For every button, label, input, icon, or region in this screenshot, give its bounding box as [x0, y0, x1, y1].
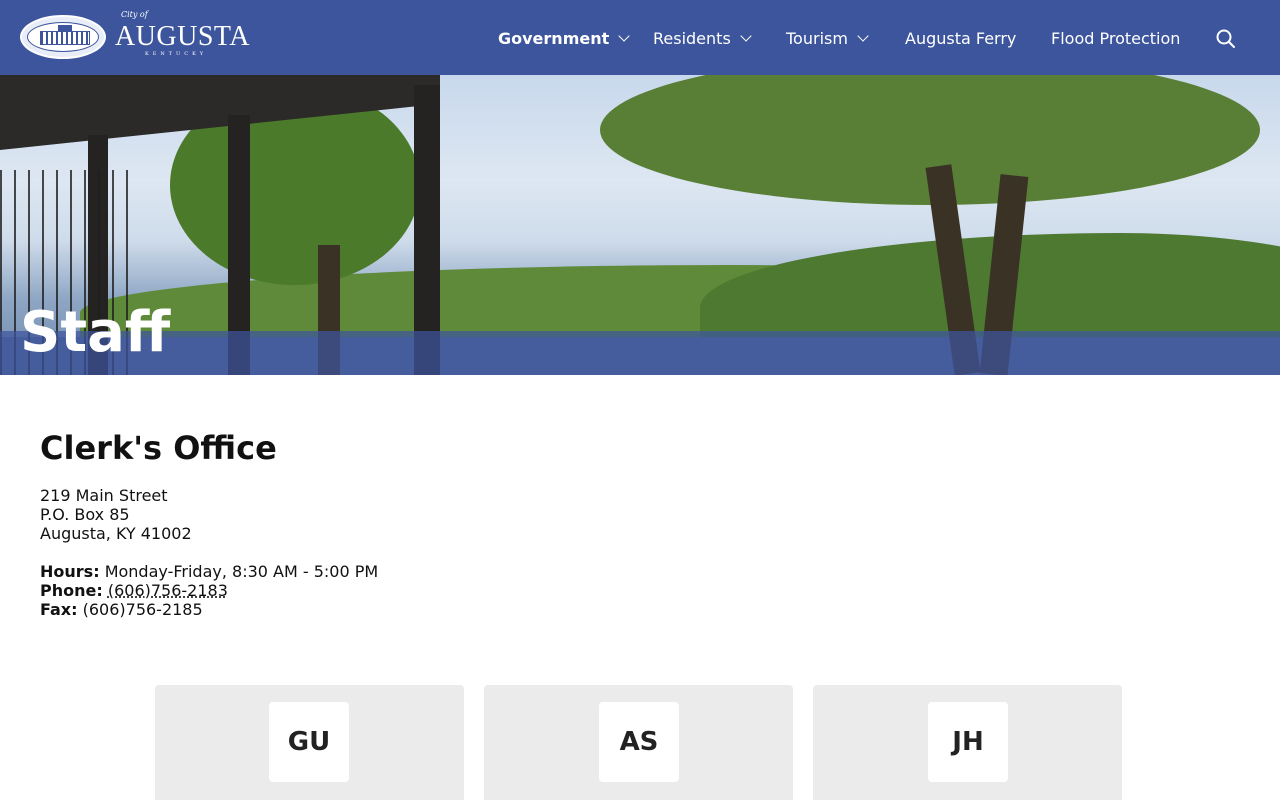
nav-tourism-label: Tourism	[786, 28, 848, 48]
chevron-down-icon	[618, 29, 630, 42]
phone-row: Phone: (606)756-2183	[40, 581, 1240, 600]
office-contact: Hours: Monday-Friday, 8:30 AM - 5:00 PM …	[40, 562, 1240, 619]
address-line: 219 Main Street	[40, 486, 168, 505]
avatar: AS	[599, 702, 679, 782]
hours-row: Hours: Monday-Friday, 8:30 AM - 5:00 PM	[40, 562, 1240, 581]
site-logo[interactable]: City of AUGUSTA KENTUCKY	[20, 10, 250, 60]
staff-card[interactable]: GU	[155, 685, 464, 800]
avatar: JH	[928, 702, 1008, 782]
city-seal-icon	[20, 15, 106, 59]
hours-label: Hours:	[40, 562, 100, 581]
chevron-down-icon	[740, 29, 752, 42]
staff-card[interactable]: JH	[813, 685, 1122, 800]
nav-flood-protection-label: Flood Protection	[1051, 28, 1181, 48]
staff-card[interactable]: AS	[484, 685, 793, 800]
hero-title-band	[0, 331, 1280, 375]
chevron-down-icon	[857, 29, 869, 42]
office-info: Clerk's Office 219 Main Street P.O. Box …	[40, 428, 1240, 619]
nav-government[interactable]: Government	[498, 27, 630, 49]
search-icon	[1216, 29, 1235, 48]
address-line: P.O. Box 85	[40, 505, 130, 524]
site-header: City of AUGUSTA KENTUCKY Government Resi…	[0, 0, 1280, 75]
fax-row: Fax: (606)756-2185	[40, 600, 1240, 619]
nav-residents-label: Residents	[653, 28, 731, 48]
phone-link[interactable]: (606)756-2183	[108, 581, 228, 600]
logo-city-name: AUGUSTA	[114, 21, 250, 52]
logo-state: KENTUCKY	[144, 51, 207, 57]
nav-tourism[interactable]: Tourism	[786, 27, 869, 49]
office-title: Clerk's Office	[40, 429, 277, 467]
page-title: Staff	[20, 300, 171, 365]
hero-banner: Staff	[0, 75, 1280, 375]
office-address: 219 Main Street P.O. Box 85 Augusta, KY …	[40, 486, 1240, 543]
avatar: GU	[269, 702, 349, 782]
nav-augusta-ferry-label: Augusta Ferry	[905, 28, 1017, 48]
address-line: Augusta, KY 41002	[40, 524, 192, 543]
nav-flood-protection[interactable]: Flood Protection	[1051, 27, 1180, 49]
nav-augusta-ferry[interactable]: Augusta Ferry	[905, 27, 1016, 49]
nav-residents[interactable]: Residents	[653, 27, 752, 49]
search-button[interactable]	[1214, 27, 1238, 51]
nav-government-label: Government	[498, 28, 610, 48]
hours-value: Monday-Friday, 8:30 AM - 5:00 PM	[104, 562, 379, 581]
logo-wordmark: City of AUGUSTA KENTUCKY	[114, 10, 250, 57]
fax-label: Fax:	[40, 600, 78, 619]
phone-label: Phone:	[40, 581, 103, 600]
logo-top-text: City of	[120, 10, 148, 19]
fax-value: (606)756-2185	[82, 600, 203, 619]
